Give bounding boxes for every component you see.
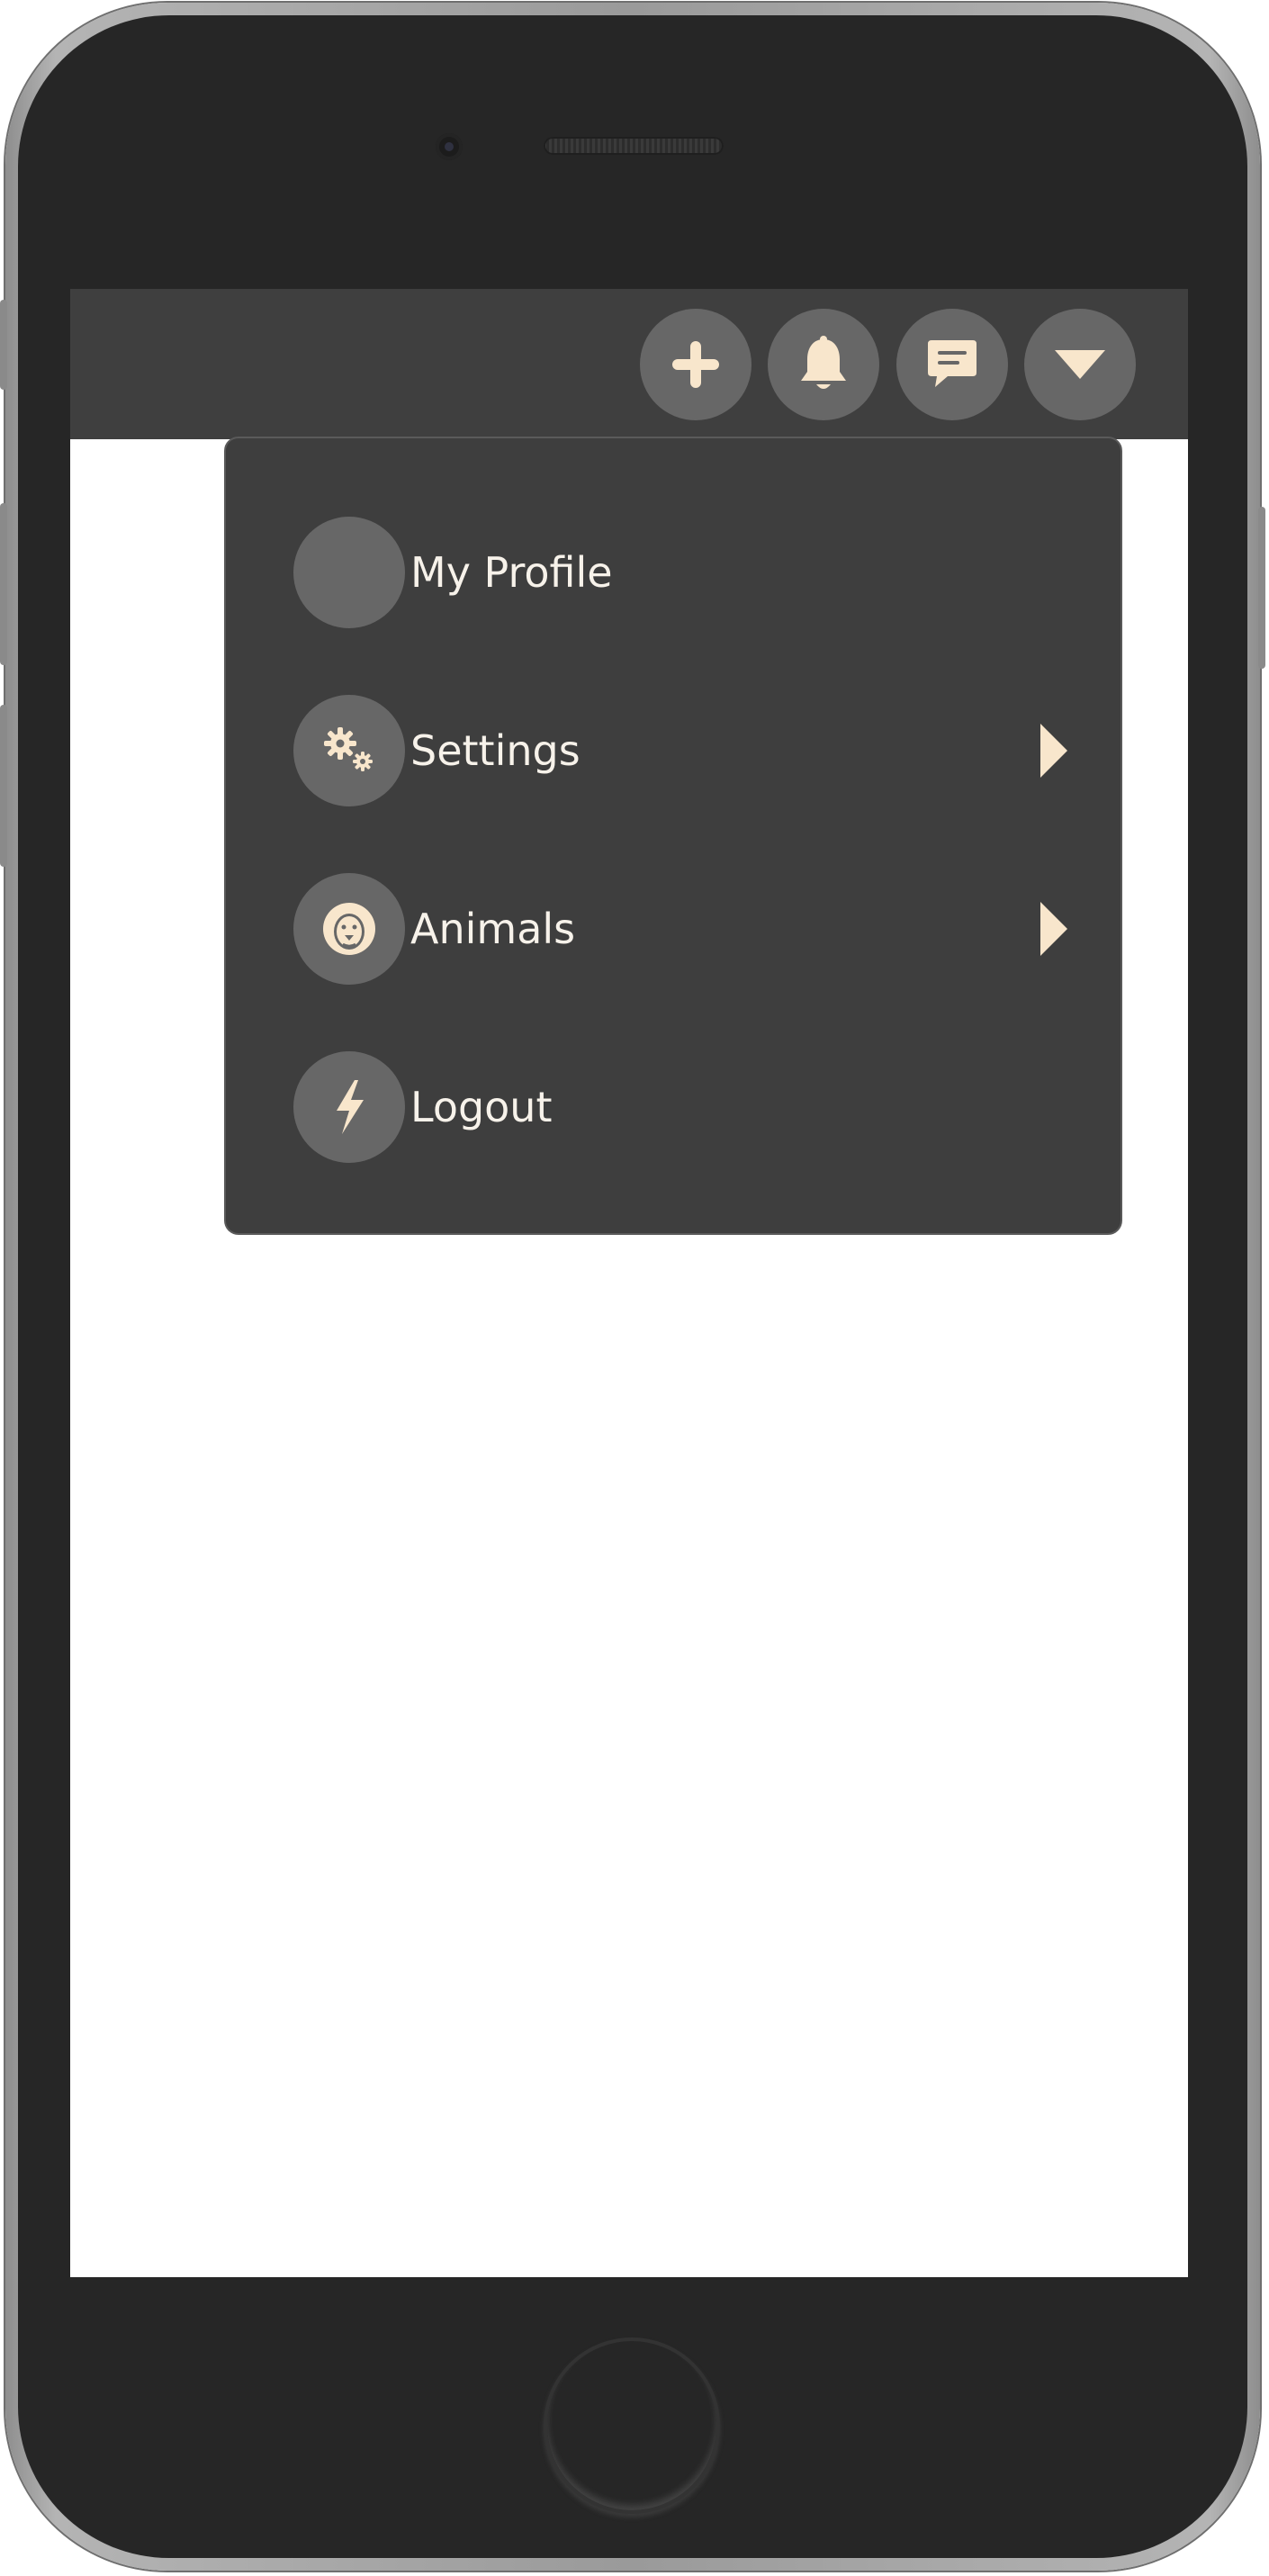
avatar	[293, 517, 405, 628]
home-button[interactable]	[544, 2337, 720, 2514]
earpiece-speaker	[544, 137, 724, 155]
front-camera	[436, 133, 463, 160]
plus-icon	[672, 341, 719, 388]
mute-switch	[0, 300, 7, 390]
menu-item-animals[interactable]: Animals	[293, 873, 1067, 985]
app-screen: My Profile Settings Animals Logout	[70, 289, 1188, 2277]
messages-button[interactable]	[896, 309, 1008, 420]
menu-item-label: My Profile	[410, 548, 613, 597]
volume-up-button	[0, 503, 7, 665]
chevron-right-icon	[1040, 902, 1067, 956]
account-dropdown-menu: My Profile Settings Animals Logout	[224, 437, 1122, 1235]
chevron-right-icon	[1040, 724, 1067, 778]
chat-icon	[928, 340, 976, 387]
lion-icon	[323, 903, 375, 955]
menu-item-label: Animals	[410, 905, 576, 953]
menu-item-label: Settings	[410, 726, 580, 775]
logout-icon-circle	[293, 1051, 405, 1163]
menu-item-label: Logout	[410, 1083, 553, 1131]
bell-icon	[801, 336, 846, 389]
gears-icon	[324, 727, 373, 771]
power-button	[1258, 507, 1265, 669]
notifications-button[interactable]	[768, 309, 879, 420]
account-dropdown-button[interactable]	[1024, 309, 1136, 420]
volume-down-button	[0, 705, 7, 867]
animals-icon-circle	[293, 873, 405, 985]
caret-down-icon	[1055, 350, 1105, 379]
menu-item-settings[interactable]: Settings	[293, 695, 1067, 806]
menu-item-my-profile[interactable]: My Profile	[293, 517, 1067, 628]
settings-icon-circle	[293, 695, 405, 806]
bolt-icon	[337, 1080, 364, 1134]
top-navbar	[70, 289, 1188, 439]
menu-item-logout[interactable]: Logout	[293, 1051, 1067, 1163]
add-button[interactable]	[640, 309, 752, 420]
